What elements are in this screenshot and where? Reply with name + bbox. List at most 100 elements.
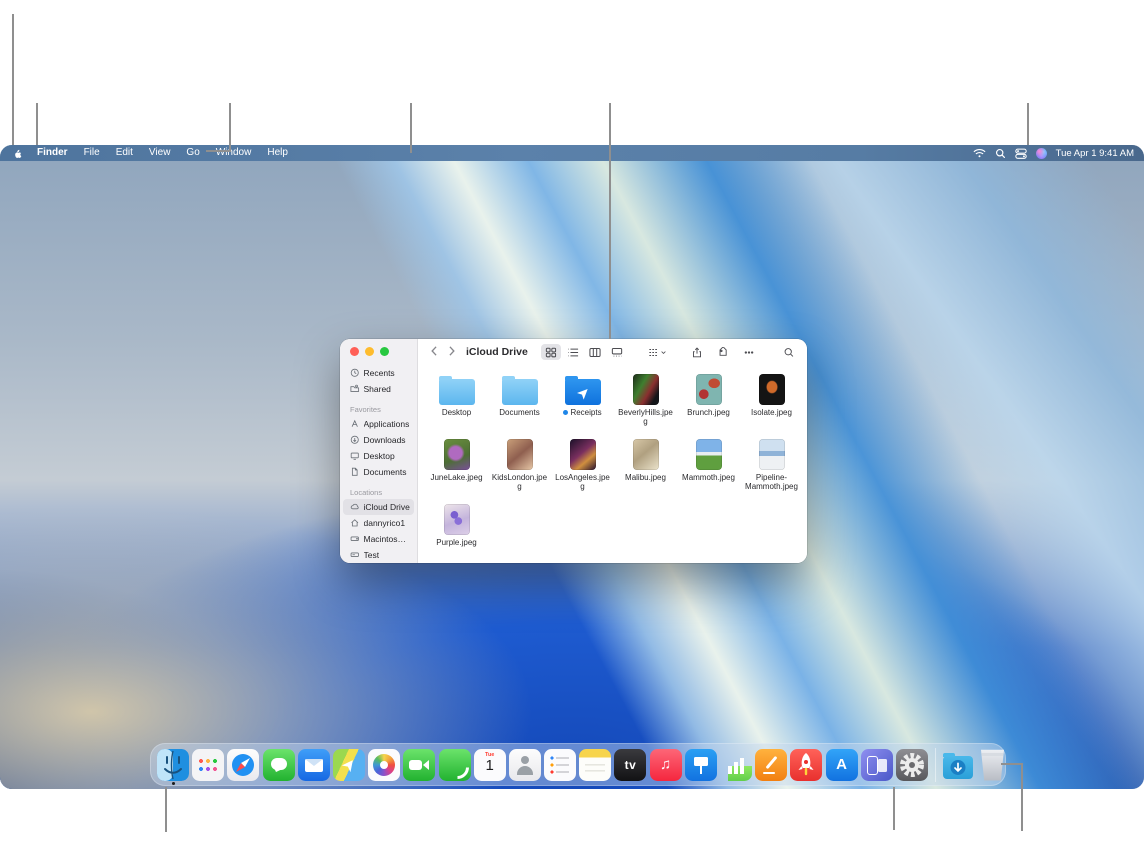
sidebar-item-downloads[interactable]: Downloads (343, 432, 414, 448)
sidebar-item-test[interactable]: Test (343, 547, 414, 563)
file-item-receipts[interactable]: Receipts (551, 371, 614, 436)
file-item-isolate[interactable]: Isolate.jpeg (740, 371, 803, 436)
menu-bar-clock[interactable]: Tue Apr 1 9:41 AM (1056, 148, 1134, 159)
dock-item-notes[interactable] (579, 749, 611, 781)
dock-item-iphone-mirroring[interactable] (861, 749, 893, 781)
dock-item-finder[interactable] (157, 749, 189, 781)
column-view-button[interactable] (585, 344, 605, 360)
group-by-button[interactable] (647, 344, 667, 360)
dock-item-safari[interactable] (227, 749, 259, 781)
minimize-button[interactable] (365, 347, 374, 356)
mac-screen: Finder File Edit View Go Window Help Tue… (0, 145, 1144, 789)
dock-item-pages[interactable] (755, 749, 787, 781)
dock-item-mail[interactable] (298, 749, 330, 781)
callout-line-help-menu-vertical (229, 103, 231, 152)
menu-edit[interactable]: Edit (108, 145, 141, 161)
menu-help[interactable]: Help (259, 145, 296, 161)
sidebar-item-desktop[interactable]: Desktop (343, 448, 414, 464)
cloud-icon (350, 502, 360, 512)
share-button[interactable] (687, 344, 707, 360)
image-thumbnail (444, 439, 470, 470)
file-item-pipeline-mammoth[interactable]: Pipeline-Mammoth.jpeg (740, 436, 803, 501)
file-item-malibu[interactable]: Malibu.jpeg (614, 436, 677, 501)
spotlight-search-icon[interactable] (995, 148, 1006, 159)
finder-main: iCloud Drive (418, 339, 807, 563)
menu-finder[interactable]: Finder (29, 145, 76, 161)
dock-item-music[interactable] (650, 749, 682, 781)
sidebar-item-macintosh-hd[interactable]: Macintosh HD (343, 531, 414, 547)
rocket-icon (790, 749, 822, 781)
file-item-junelake[interactable]: JuneLake.jpeg (425, 436, 488, 501)
grid-view-button[interactable] (541, 344, 561, 360)
file-item-purple[interactable]: Purple.jpeg (425, 501, 488, 563)
dock-item-photos[interactable] (368, 749, 400, 781)
document-icon (350, 467, 360, 477)
dock-item-app-store[interactable]: A (826, 749, 858, 781)
callout-line-menu-bar (410, 103, 412, 153)
dock-item-calendar[interactable]: Tue 1 (474, 749, 506, 781)
file-item-beverlyhills[interactable]: BeverlyHills.jpeg (614, 371, 677, 436)
file-item-brunch[interactable]: Brunch.jpeg (677, 371, 740, 436)
file-item-mammoth[interactable]: Mammoth.jpeg (677, 436, 740, 501)
download-arrow-icon (943, 756, 973, 779)
sync-dot (563, 410, 568, 415)
dock-item-system-settings[interactable] (896, 749, 928, 781)
callout-line-trash-horizontal (1001, 763, 1023, 765)
apple-menu[interactable] (0, 147, 29, 159)
file-item-losangeles[interactable]: LosAngeles.jpeg (551, 436, 614, 501)
dock-separator (935, 748, 936, 782)
finder-window: Recents Shared Favorites Applications Do… (340, 339, 807, 563)
finder-sidebar: Recents Shared Favorites Applications Do… (340, 339, 418, 563)
forward-button[interactable] (446, 339, 458, 365)
sidebar-item-icloud-drive[interactable]: iCloud Drive (343, 499, 414, 515)
tag-button[interactable] (713, 344, 733, 360)
back-button[interactable] (428, 339, 440, 365)
dock-item-maps[interactable] (333, 749, 365, 781)
image-thumbnail (696, 439, 722, 470)
sidebar-item-shared[interactable]: Shared (343, 381, 414, 397)
search-icon[interactable] (779, 344, 799, 360)
siri-icon[interactable] (1036, 148, 1047, 159)
sidebar-item-documents[interactable]: Documents (343, 464, 414, 480)
menu-file[interactable]: File (76, 145, 108, 161)
sidebar-item-home[interactable]: dannyrico1 (343, 515, 414, 531)
external-drive-icon (350, 550, 360, 560)
gallery-view-button[interactable] (607, 344, 627, 360)
dock-item-downloads-folder[interactable] (943, 756, 973, 779)
control-center-icon[interactable] (1015, 148, 1027, 159)
shared-folder-icon (350, 384, 360, 394)
close-button[interactable] (350, 347, 359, 356)
window-title: iCloud Drive (466, 346, 528, 358)
sidebar-item-recents[interactable]: Recents (343, 365, 414, 381)
zoom-button[interactable] (380, 347, 389, 356)
dock-item-messages[interactable] (263, 749, 295, 781)
file-item-desktop[interactable]: Desktop (425, 371, 488, 436)
dock: Tue 1 tv A (150, 743, 1006, 786)
dock-item-numbers[interactable] (720, 749, 752, 781)
menu-window[interactable]: Window (208, 145, 260, 161)
dock-item-rocket[interactable] (790, 749, 822, 781)
dock-item-facetime[interactable] (403, 749, 435, 781)
dock-item-phone[interactable] (439, 749, 471, 781)
file-item-kidslondon[interactable]: KidsLondon.jpeg (488, 436, 551, 501)
menu-view[interactable]: View (141, 145, 179, 161)
list-view-button[interactable] (563, 344, 583, 360)
sidebar-item-applications[interactable]: Applications (343, 416, 414, 432)
dock-item-keynote[interactable] (685, 749, 717, 781)
safari-compass-icon (227, 749, 259, 781)
callout-line-system-settings (893, 787, 895, 830)
wifi-icon[interactable] (973, 148, 986, 158)
callout-line-finder-window (609, 103, 611, 339)
clock-icon (350, 368, 360, 378)
more-options-button[interactable] (739, 344, 759, 360)
dock-item-launchpad[interactable] (192, 749, 224, 781)
callout-line-spotlight (1027, 103, 1029, 145)
folder-icon (439, 379, 475, 405)
dock-item-contacts[interactable] (509, 749, 541, 781)
shared-folder-icon (565, 379, 601, 405)
dock-item-reminders[interactable] (544, 749, 576, 781)
file-item-documents[interactable]: Documents (488, 371, 551, 436)
menu-go[interactable]: Go (178, 145, 207, 161)
callout-line-apple-menu (12, 14, 14, 145)
dock-item-apple-tv[interactable]: tv (614, 749, 646, 781)
